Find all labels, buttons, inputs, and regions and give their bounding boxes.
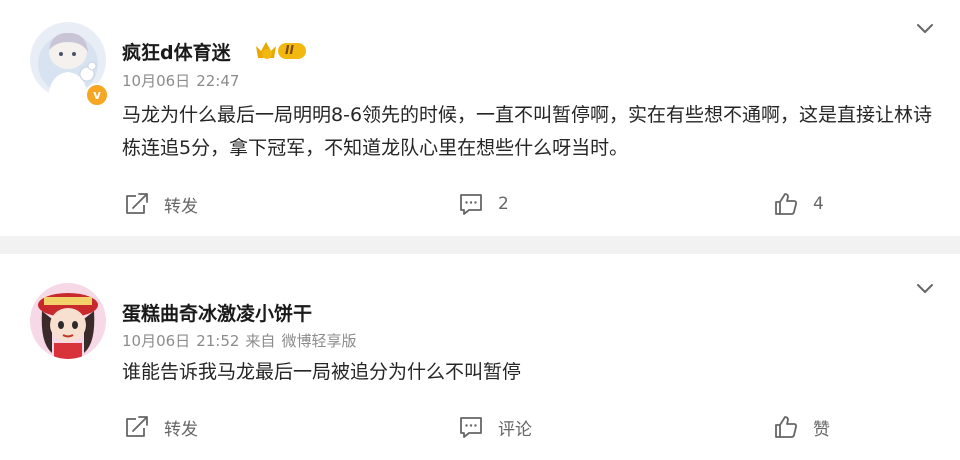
chevron-down-icon[interactable] (914, 277, 936, 299)
post-source[interactable]: 微博轻享版 (281, 332, 356, 350)
post-time: 22:47 (196, 72, 240, 90)
repost-icon (126, 416, 148, 437)
like-button[interactable]: 4 (773, 191, 824, 217)
comment-icon (460, 194, 482, 215)
separator (0, 236, 960, 254)
comment-label: 评论 (498, 419, 532, 440)
comment-card: 蛋糕曲奇冰激凌小饼干 10月06日 21:52 来自 微博轻享版 谁能告诉我马龙最后一… (0, 254, 960, 460)
verified-badge: v (85, 83, 109, 107)
like-button[interactable]: 赞 (773, 414, 830, 440)
comment-count: 2 (498, 194, 509, 214)
username[interactable]: 疯狂d体育迷 (122, 38, 231, 65)
post-time: 21:52 (196, 332, 240, 350)
repost-button[interactable]: 转发 (124, 191, 198, 217)
chevron-down-icon[interactable] (914, 17, 936, 39)
username[interactable]: 蛋糕曲奇冰激凌小饼干 (122, 299, 312, 326)
repost-icon (126, 193, 148, 214)
post-date: 10月06日 (122, 332, 191, 350)
source-prefix: 来自 (245, 332, 276, 350)
like-count: 4 (813, 194, 824, 214)
repost-label: 转发 (164, 196, 198, 217)
post-meta: 10月06日 22:47 (122, 70, 245, 91)
comment-text: 谁能告诉我马龙最后一局被追分为什么不叫暂停 (122, 361, 522, 383)
post-date: 10月06日 (122, 72, 191, 90)
comment-button[interactable]: 评论 (458, 414, 532, 440)
comment-button[interactable]: 2 (458, 191, 509, 217)
post-meta: 10月06日 21:52 来自 微博轻享版 (122, 330, 362, 351)
like-label: 赞 (813, 419, 830, 440)
repost-button[interactable]: 转发 (124, 414, 198, 440)
comment-text: 马龙为什么最后一局明明8-6领先的时候，一直不叫暂停啊，实在有些想不通啊，这是直… (122, 104, 933, 159)
fan-level-text: II (285, 43, 294, 57)
fan-level-badge: II (254, 39, 308, 63)
like-icon (775, 416, 797, 438)
repost-label: 转发 (164, 419, 198, 440)
comment-card: v 疯狂d体育迷 II 10月06日 22:47 马龙为什么最后一局明明8-6领先… (0, 0, 960, 236)
comment-icon (460, 417, 482, 438)
like-icon (775, 193, 797, 215)
avatar[interactable] (30, 283, 106, 359)
